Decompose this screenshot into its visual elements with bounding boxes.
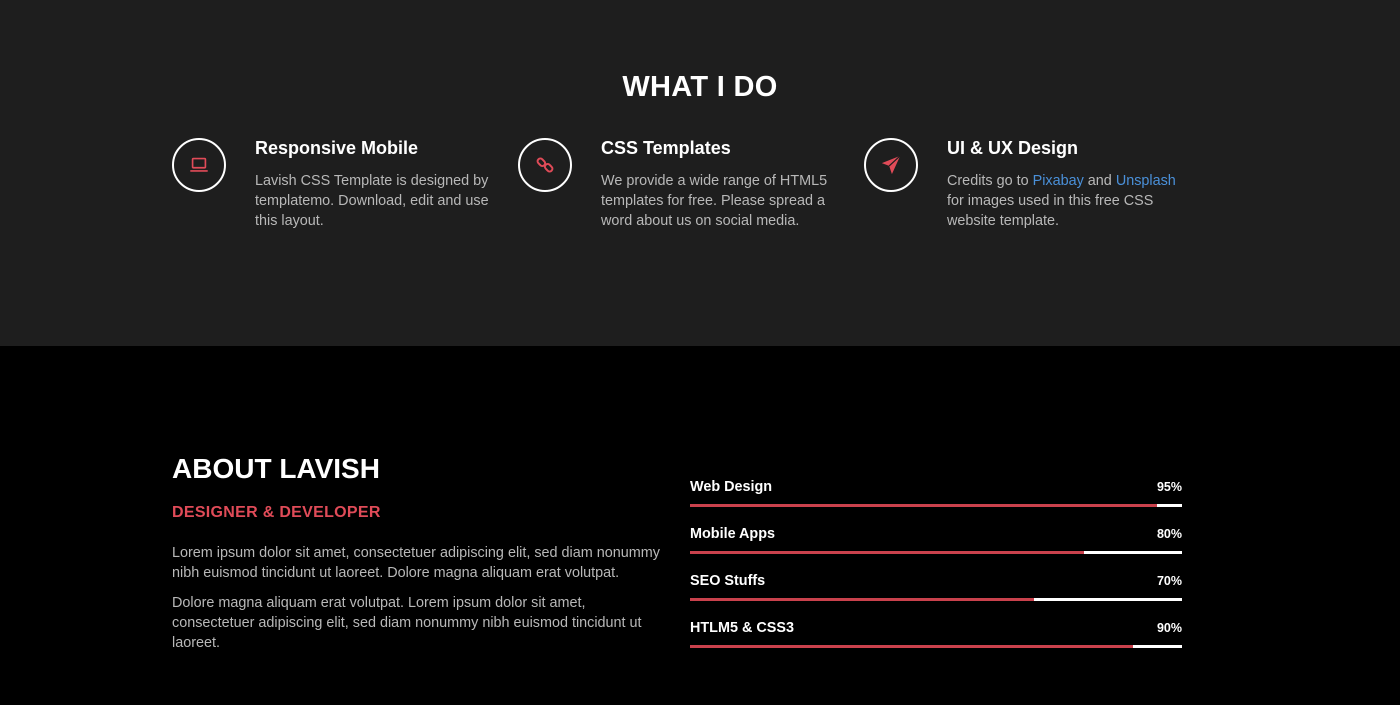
skills-list: Web Design 95% Mobile Apps 80% SEO Stuff… bbox=[690, 479, 1182, 667]
skill-mobile-apps: Mobile Apps 80% bbox=[690, 526, 1182, 573]
description-text: Credits go to bbox=[947, 173, 1029, 189]
skill-percent: 90% bbox=[1156, 621, 1182, 635]
unsplash-link[interactable]: Unsplash bbox=[1116, 173, 1176, 189]
description-text: for images used in this free CSS website… bbox=[947, 193, 1154, 229]
service-title: CSS Templates bbox=[601, 138, 731, 158]
progress-bar bbox=[690, 598, 1182, 601]
skill-name: SEO Stuffs bbox=[690, 573, 766, 589]
progress-bar bbox=[690, 645, 1182, 648]
progress-bar bbox=[690, 551, 1182, 554]
service-title: UI & UX Design bbox=[947, 138, 1079, 158]
skill-seo-stuffs: SEO Stuffs 70% bbox=[690, 573, 1182, 620]
service-description: Credits go to Pixabay and Unsplash for i… bbox=[947, 171, 1187, 231]
progress-fill bbox=[690, 551, 1084, 554]
service-css-templates: CSS Templates We provide a wide range of… bbox=[518, 138, 838, 248]
skill-name: Web Design bbox=[690, 479, 773, 495]
about-paragraph: Lorem ipsum dolor sit amet, consectetuer… bbox=[172, 545, 660, 581]
progress-fill bbox=[690, 645, 1133, 648]
service-responsive-mobile: Responsive Mobile Lavish CSS Template is… bbox=[172, 138, 492, 248]
description-text: and bbox=[1087, 173, 1112, 189]
service-description: Lavish CSS Template is designed by templ… bbox=[255, 173, 489, 229]
skill-name: Mobile Apps bbox=[690, 526, 776, 542]
services-section: WHAT I DO Responsive Mobile Lavish CSS T… bbox=[0, 0, 1400, 346]
progress-fill bbox=[690, 598, 1035, 601]
link-icon bbox=[518, 138, 572, 192]
paper-plane-icon bbox=[864, 138, 918, 192]
services-title: WHAT I DO bbox=[622, 71, 778, 103]
service-ui-ux-design: UI & UX Design Credits go to Pixabay and… bbox=[864, 138, 1184, 248]
about-section: ABOUT LAVISH DESIGNER & DEVELOPER Lorem … bbox=[0, 346, 1400, 705]
skill-percent: 70% bbox=[1156, 574, 1182, 588]
laptop-icon bbox=[172, 138, 226, 192]
about-title: ABOUT LAVISH bbox=[172, 453, 380, 484]
skill-percent: 80% bbox=[1156, 527, 1182, 541]
skill-web-design: Web Design 95% bbox=[690, 479, 1182, 526]
progress-bar bbox=[690, 504, 1182, 507]
service-title: Responsive Mobile bbox=[255, 138, 419, 158]
about-paragraph: Dolore magna aliquam erat volutpat. Lore… bbox=[172, 595, 642, 651]
about-subtitle: DESIGNER & DEVELOPER bbox=[172, 504, 381, 521]
service-description: We provide a wide range of HTML5 templat… bbox=[601, 173, 828, 229]
progress-fill bbox=[690, 504, 1158, 507]
pixabay-link[interactable]: Pixabay bbox=[1033, 173, 1084, 189]
skill-html5-css3: HTLM5 & CSS3 90% bbox=[690, 620, 1182, 667]
skill-name: HTLM5 & CSS3 bbox=[690, 620, 794, 636]
skill-percent: 95% bbox=[1156, 480, 1182, 494]
